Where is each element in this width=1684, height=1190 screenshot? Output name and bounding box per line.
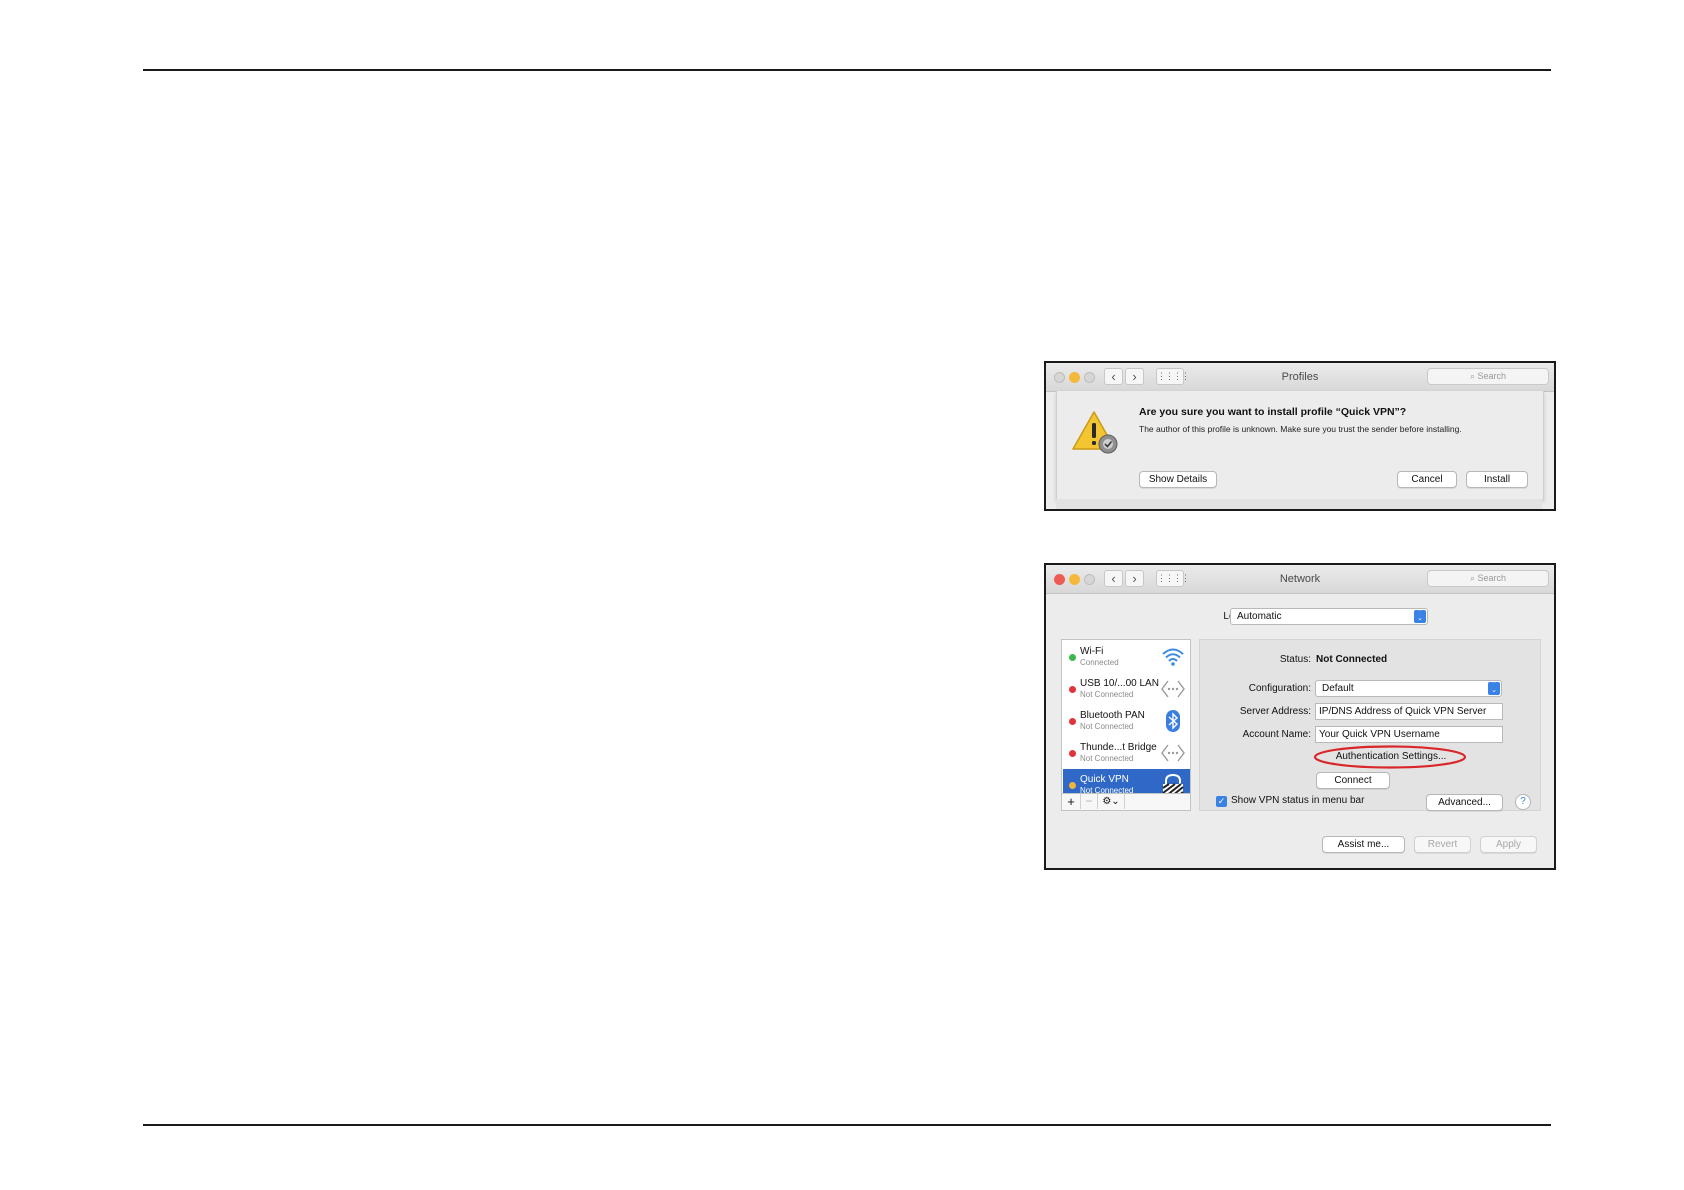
search-field[interactable]: ⌕ Search <box>1427 368 1549 385</box>
status-dot <box>1069 654 1076 661</box>
header-rule <box>143 69 1551 71</box>
dialog-message: The author of this profile is unknown. M… <box>1139 424 1462 434</box>
service-bluetooth-pan[interactable]: Bluetooth PAN Not Connected <box>1063 705 1190 737</box>
search-icon: ⌕ <box>1469 371 1478 381</box>
service-name: USB 10/...00 LAN <box>1080 678 1159 689</box>
chevron-updown-icon: ⌃ ⌄ <box>1488 681 1500 695</box>
window-bottom-strip <box>1056 499 1542 509</box>
connect-button[interactable]: Connect <box>1316 772 1390 789</box>
add-service-button[interactable]: + <box>1062 794 1081 809</box>
location-popup[interactable]: Automatic ⌃ ⌄ <box>1230 608 1428 625</box>
status-value: Not Connected <box>1316 654 1388 665</box>
service-name: Quick VPN <box>1080 774 1129 785</box>
help-button[interactable]: ? <box>1515 794 1531 810</box>
ethernet-arrows-icon <box>1161 680 1185 698</box>
service-usb-lan[interactable]: USB 10/...00 LAN Not Connected <box>1063 673 1190 705</box>
footer-rule <box>143 1124 1551 1126</box>
bluetooth-icon <box>1166 710 1180 732</box>
search-field[interactable]: ⌕ Search <box>1427 570 1549 587</box>
dialog-heading: Are you sure you want to install profile… <box>1139 406 1407 418</box>
show-vpn-status-label: Show VPN status in menu bar <box>1231 795 1365 806</box>
configuration-popup[interactable]: Default ⌃ ⌄ <box>1315 680 1502 697</box>
cancel-button[interactable]: Cancel <box>1397 471 1457 488</box>
wifi-icon <box>1162 648 1184 666</box>
service-thunderbolt-bridge[interactable]: Thunde...t Bridge Not Connected <box>1063 737 1190 769</box>
service-status: Not Connected <box>1080 754 1134 763</box>
server-address-field[interactable]: IP/DNS Address of Quick VPN Server <box>1315 703 1503 720</box>
install-profile-sheet: Are you sure you want to install profile… <box>1056 391 1544 500</box>
status-label: Status: <box>1279 654 1311 665</box>
status-dot <box>1069 750 1076 757</box>
status-dot <box>1069 782 1076 789</box>
configuration-label: Configuration: <box>1248 683 1311 694</box>
configuration-value: Default <box>1322 683 1354 694</box>
service-status: Connected <box>1080 658 1119 667</box>
assist-me-button[interactable]: Assist me... <box>1322 836 1405 853</box>
gear-menu-button[interactable]: ⚙⌄ <box>1098 794 1125 809</box>
account-name-label: Account Name: <box>1242 729 1311 740</box>
service-status: Not Connected <box>1080 722 1134 731</box>
show-vpn-status-checkbox[interactable]: ✓ <box>1216 796 1227 807</box>
remove-service-button[interactable]: − <box>1081 794 1098 809</box>
search-placeholder: Search <box>1477 573 1507 583</box>
location-value: Automatic <box>1237 611 1282 622</box>
install-button[interactable]: Install <box>1466 471 1528 488</box>
network-window: ‹ › ⋮⋮⋮⋮ Network ⌕ Search Location: Auto… <box>1044 563 1556 870</box>
server-address-label: Server Address: <box>1239 706 1311 717</box>
service-name: Bluetooth PAN <box>1080 710 1145 721</box>
profiles-titlebar: ‹ › ⋮⋮⋮⋮ Profiles ⌕ Search <box>1046 363 1554 392</box>
chevron-updown-icon: ⌃ ⌄ <box>1414 609 1426 623</box>
ethernet-arrows-icon <box>1161 744 1185 762</box>
search-placeholder: Search <box>1477 371 1507 381</box>
advanced-button[interactable]: Advanced... <box>1426 794 1503 811</box>
profiles-window: ‹ › ⋮⋮⋮⋮ Profiles ⌕ Search Are you sure … <box>1044 361 1556 511</box>
service-wifi[interactable]: Wi-Fi Connected <box>1063 641 1190 673</box>
status-dot <box>1069 718 1076 725</box>
service-list-toolbar: + − ⚙⌄ <box>1062 793 1190 810</box>
service-name: Wi-Fi <box>1080 646 1104 657</box>
status-dot <box>1069 686 1076 693</box>
apply-button[interactable]: Apply <box>1480 836 1537 853</box>
service-name: Thunde...t Bridge <box>1080 742 1157 753</box>
warning-icon <box>1072 411 1118 454</box>
account-name-field[interactable]: Your Quick VPN Username <box>1315 726 1503 743</box>
revert-button[interactable]: Revert <box>1414 836 1471 853</box>
network-titlebar: ‹ › ⋮⋮⋮⋮ Network ⌕ Search <box>1046 565 1554 594</box>
show-details-button[interactable]: Show Details <box>1139 471 1217 488</box>
search-icon: ⌕ <box>1469 573 1478 583</box>
service-list: Wi-Fi Connected USB 10/...00 LAN Not Con… <box>1061 639 1191 811</box>
service-status: Not Connected <box>1080 690 1134 699</box>
highlight-ellipse <box>1313 745 1467 769</box>
